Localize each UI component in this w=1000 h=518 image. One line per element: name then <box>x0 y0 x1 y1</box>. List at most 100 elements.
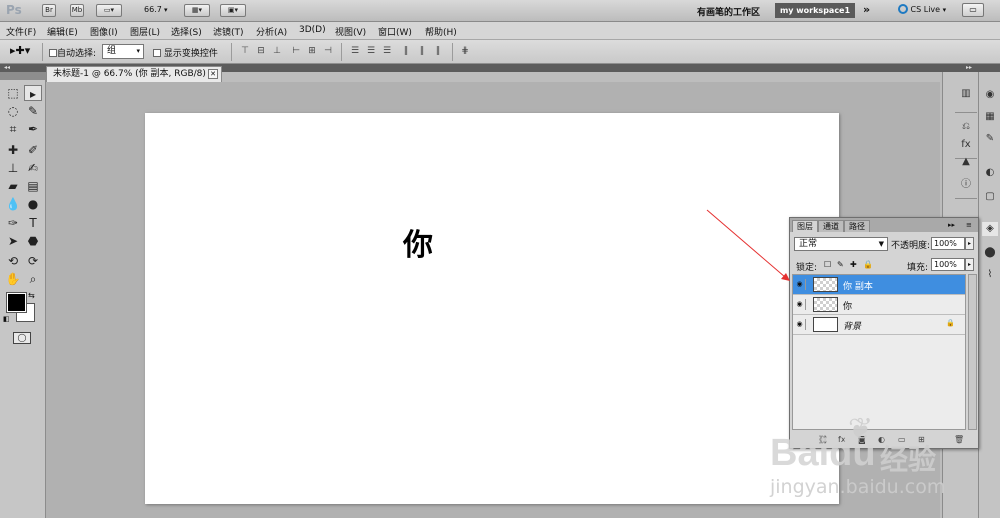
panel-menu-icon[interactable]: ≡ <box>966 221 972 229</box>
default-colors-icon[interactable]: ◧ <box>3 315 10 323</box>
layers-scrollbar[interactable] <box>968 274 977 430</box>
healing-brush-tool-icon[interactable]: ✚ <box>4 142 22 158</box>
zoom-level[interactable]: 66.7 <box>144 5 162 14</box>
tab-channels[interactable]: 通道 <box>818 220 844 232</box>
lock-all-icon[interactable]: 🔒 <box>863 260 873 269</box>
masks-panel-icon[interactable]: ▢ <box>982 190 998 204</box>
tab-layers[interactable]: 图层 <box>792 220 818 232</box>
eye-icon[interactable]: ◉ <box>794 299 806 310</box>
shape-tool-icon[interactable]: ⬣ <box>24 233 42 249</box>
align-hcenter-icon[interactable]: ⊞ <box>306 45 318 57</box>
pen-tool-icon[interactable]: ✑ <box>4 215 22 231</box>
layer-row[interactable]: ◉ 你 副本 <box>793 275 965 295</box>
fill-slider-button[interactable]: ▸ <box>965 258 974 271</box>
distribute-right-icon[interactable]: ‖ <box>432 45 444 57</box>
distribute-top-icon[interactable]: ☰ <box>349 45 361 57</box>
arrange-documents-button[interactable]: ▦▾ <box>184 4 210 17</box>
marquee-tool-icon[interactable]: ⬚ <box>4 85 22 101</box>
move-tool-icon[interactable]: ▸ <box>24 85 42 101</box>
brush-tool-icon[interactable]: ✐ <box>24 142 42 158</box>
cs-live-button[interactable]: CS Live ▾ <box>898 4 946 14</box>
lock-image-icon[interactable]: ✎ <box>837 260 844 269</box>
minimize-button[interactable]: ▭ <box>962 3 984 17</box>
layers-panel-icon[interactable]: ◈ <box>982 222 998 236</box>
canvas-text-layer[interactable]: 你 <box>403 220 433 264</box>
quick-selection-tool-icon[interactable]: ✎ <box>24 103 42 119</box>
navigator-panel-icon[interactable]: ▲ <box>958 155 974 169</box>
3d-rotate-tool-icon[interactable]: ⟲ <box>4 253 22 269</box>
menu-filter[interactable]: 滤镜(T) <box>213 25 244 38</box>
opacity-field[interactable]: 100% <box>931 237 965 250</box>
align-left-icon[interactable]: ⊢ <box>290 45 302 57</box>
screen-mode-button[interactable]: ▣▾ <box>220 4 246 17</box>
distribute-vcenter-icon[interactable]: ☰ <box>365 45 377 57</box>
menu-file[interactable]: 文件(F) <box>6 25 36 38</box>
layer-row[interactable]: ◉ 背景 🔒 <box>793 315 965 335</box>
align-bottom-icon[interactable]: ⊥ <box>271 45 283 57</box>
document-canvas[interactable] <box>145 113 839 504</box>
zoom-tool-icon[interactable]: ⌕ <box>24 271 42 287</box>
menu-edit[interactable]: 编辑(E) <box>47 25 78 38</box>
blur-tool-icon[interactable]: 💧 <box>4 196 22 212</box>
delete-layer-icon[interactable]: 🗑 <box>954 435 964 444</box>
type-tool-icon[interactable]: T <box>24 215 42 231</box>
tools-panel-header[interactable] <box>0 72 46 80</box>
move-tool-preset-icon[interactable]: ▸✚▾ <box>10 44 30 57</box>
more-workspaces-icon[interactable]: » <box>863 3 870 16</box>
menu-3d[interactable]: 3D(D) <box>299 25 326 35</box>
workspace-switcher[interactable]: my workspace1 <box>775 3 855 18</box>
menu-help[interactable]: 帮助(H) <box>425 25 457 38</box>
opacity-slider-button[interactable]: ▸ <box>965 237 974 250</box>
menu-layer[interactable]: 图层(L) <box>130 25 160 38</box>
close-document-icon[interactable]: ✕ <box>208 69 218 79</box>
menu-analysis[interactable]: 分析(A) <box>256 25 287 38</box>
align-top-icon[interactable]: ⊤ <box>239 45 251 57</box>
path-selection-tool-icon[interactable]: ➤ <box>4 233 22 249</box>
color-panel-icon[interactable]: ◉ <box>982 88 998 102</box>
menu-select[interactable]: 选择(S) <box>171 25 202 38</box>
auto-align-layers-icon[interactable]: ⋕ <box>459 45 471 57</box>
swatches-panel-icon[interactable]: ▦ <box>982 110 998 124</box>
history-panel-icon[interactable]: ⎌ <box>958 120 974 134</box>
brush-panel-icon[interactable]: ✎ <box>982 132 998 146</box>
dodge-tool-icon[interactable]: ● <box>24 196 42 212</box>
collapse-dock-icon[interactable]: ▸▸ <box>966 64 972 72</box>
distribute-hcenter-icon[interactable]: ‖ <box>416 45 428 57</box>
view-extras-button[interactable]: ▭▾ <box>96 4 122 17</box>
eye-icon[interactable]: ◉ <box>794 319 806 330</box>
3d-orbit-tool-icon[interactable]: ⟳ <box>24 253 42 269</box>
adjustments-panel-icon[interactable]: ◐ <box>982 166 998 180</box>
bridge-button[interactable]: Br <box>42 4 56 17</box>
styles-panel-icon[interactable]: fx <box>958 138 974 152</box>
lock-position-icon[interactable]: ✚ <box>850 260 857 269</box>
show-transform-checkbox[interactable]: 显示变换控件 <box>153 46 218 59</box>
quick-mask-button[interactable]: ◯ <box>13 332 31 344</box>
eraser-tool-icon[interactable]: ▰ <box>4 178 22 194</box>
lock-transparency-icon[interactable]: ☐ <box>824 260 831 269</box>
eye-icon[interactable]: ◉ <box>794 279 806 290</box>
paths-panel-icon[interactable]: ⌇ <box>982 268 998 282</box>
mini-bridge-button[interactable]: Mb <box>70 4 84 17</box>
document-tab[interactable]: 未标题-1 @ 66.7% (你 副本, RGB/8) * ✕ <box>46 66 222 82</box>
menu-image[interactable]: 图像(I) <box>90 25 118 38</box>
workspace-label[interactable]: 有画笔的工作区 <box>697 5 760 18</box>
auto-select-dropdown[interactable]: 组 ▾ <box>102 44 144 59</box>
distribute-left-icon[interactable]: ‖ <box>400 45 412 57</box>
tab-paths[interactable]: 路径 <box>844 220 870 232</box>
clone-stamp-tool-icon[interactable]: ⊥ <box>4 160 22 176</box>
collapse-tools-icon[interactable]: ◂◂ <box>4 64 10 72</box>
distribute-bottom-icon[interactable]: ☰ <box>381 45 393 57</box>
history-brush-tool-icon[interactable]: ✍ <box>24 160 42 176</box>
zoom-dropdown-icon[interactable]: ▾ <box>164 6 168 14</box>
gradient-tool-icon[interactable]: ▤ <box>24 178 42 194</box>
collapse-panel-icon[interactable]: ▸▸ <box>948 221 955 229</box>
menu-window[interactable]: 窗口(W) <box>378 25 412 38</box>
swap-colors-icon[interactable]: ⇆ <box>28 291 35 300</box>
eyedropper-tool-icon[interactable]: ✒ <box>24 121 42 137</box>
crop-tool-icon[interactable]: ⌗ <box>4 121 22 137</box>
histogram-panel-icon[interactable]: ▥ <box>958 87 974 101</box>
foreground-color-swatch[interactable] <box>7 293 26 312</box>
align-vcenter-icon[interactable]: ⊟ <box>255 45 267 57</box>
info-panel-icon[interactable]: ⓘ <box>958 178 974 192</box>
hand-tool-icon[interactable]: ✋ <box>4 271 22 287</box>
